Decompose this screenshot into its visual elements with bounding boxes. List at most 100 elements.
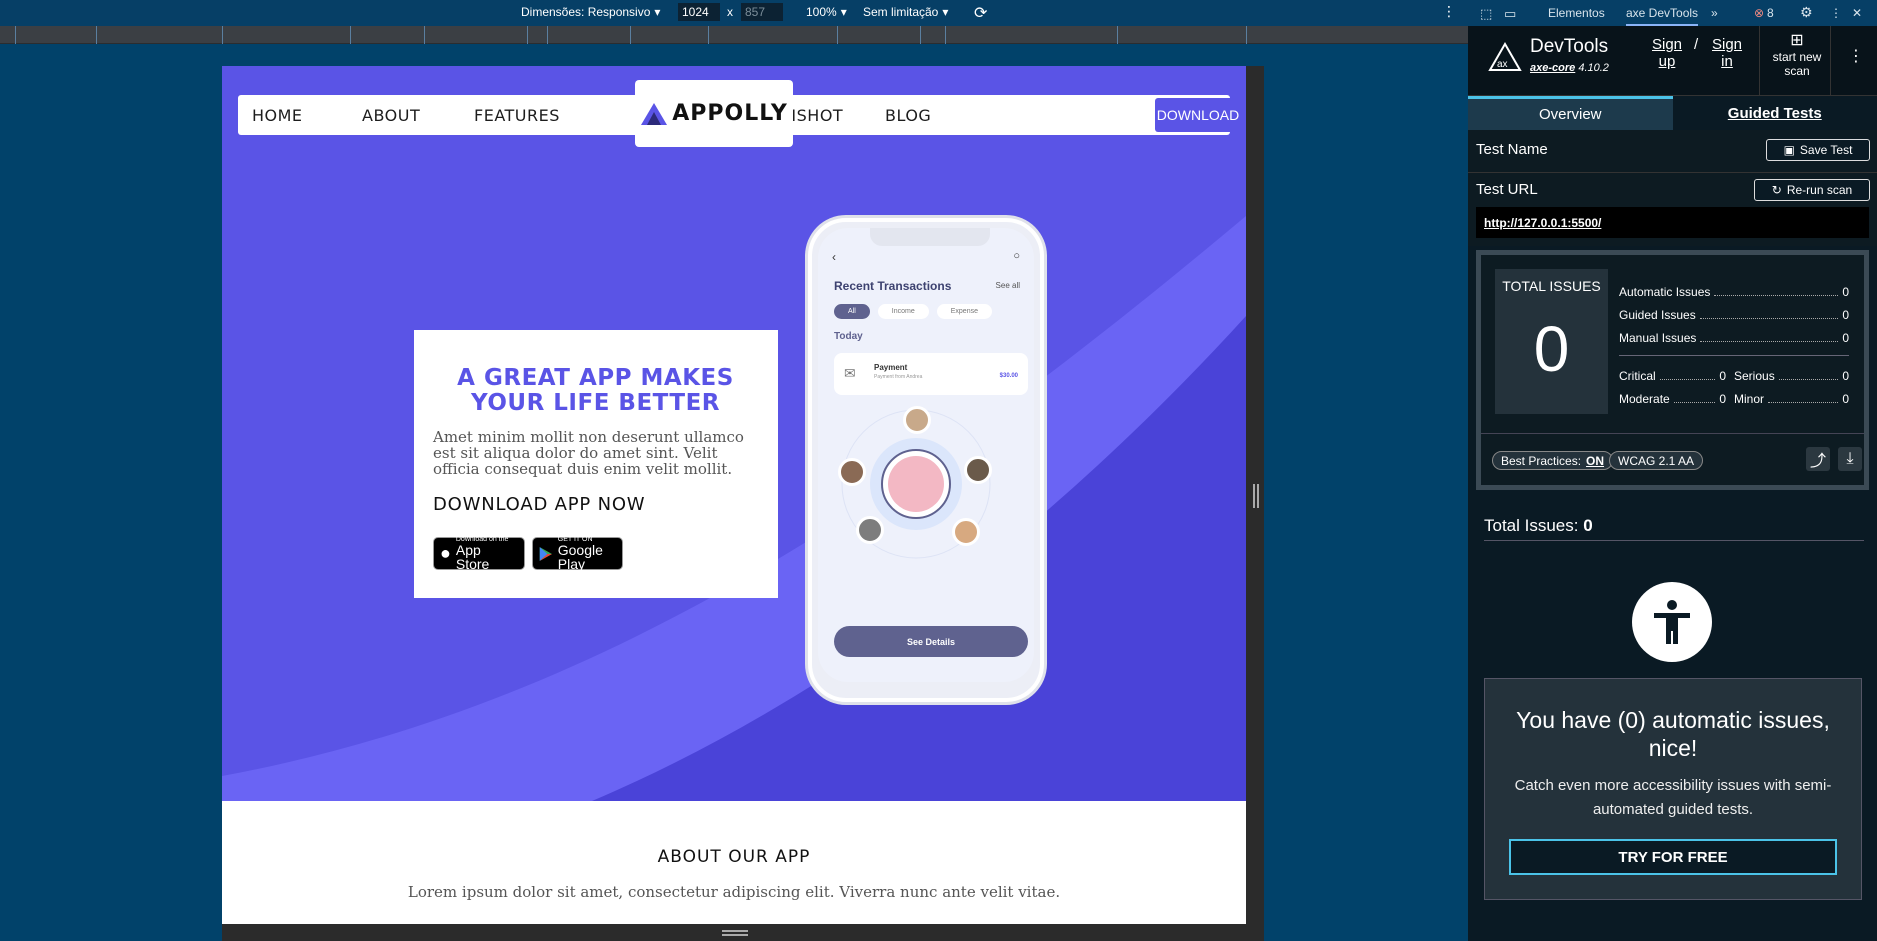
height-input[interactable]: 857 <box>741 3 783 21</box>
serious-row: Serious 0 <box>1734 369 1849 383</box>
tab-overview[interactable]: Overview <box>1468 96 1673 130</box>
about-section: ABOUT OUR APP Lorem ipsum dolor sit amet… <box>222 801 1246 924</box>
download-button[interactable]: DOWNLOAD <box>1155 98 1241 132</box>
avatar <box>964 456 992 484</box>
more-tabs-icon[interactable]: » <box>1711 6 1718 20</box>
total-issues-label: TOTAL ISSUES <box>1502 278 1601 294</box>
chip-expense: Expense <box>936 304 992 319</box>
manual-issues-count: 0 <box>1842 331 1849 345</box>
apple-icon: ● <box>440 543 451 563</box>
error-icon[interactable]: ⊗ <box>1754 6 1764 20</box>
zoom-dropdown[interactable]: 100% ▾ <box>806 5 847 19</box>
viewport-resize-side[interactable] <box>1246 66 1264 941</box>
sign-in-link[interactable]: Sign in <box>1712 36 1742 70</box>
throttle-dropdown[interactable]: Sem limitação ▾ <box>863 5 948 19</box>
test-name-label: Test Name <box>1476 141 1548 158</box>
save-test-label: Save Test <box>1799 143 1853 157</box>
test-url[interactable]: http://127.0.0.1:5500/ <box>1476 207 1869 238</box>
devtools-tabbar: ⬚ ▭ Elementos axe DevTools » ⊗ 8 ⚙ ⋮ ✕ <box>1468 0 1877 26</box>
payment-amount: $30.00 <box>999 373 1018 379</box>
back-icon: ‹ <box>832 250 836 264</box>
total-issues-heading-value: 0 <box>1583 516 1593 535</box>
avatar <box>838 458 866 486</box>
standard-selector[interactable]: WCAG 2.1 AA <box>1609 451 1704 470</box>
sign-up-link[interactable]: Sign up <box>1652 36 1682 70</box>
device-icon[interactable]: ▭ <box>1504 6 1516 22</box>
payment-sub: Payment from Andrea <box>874 374 923 380</box>
kebab-menu-icon[interactable]: ⋮ <box>1830 6 1842 20</box>
hero-card: A GREAT APP MAKES YOUR LIFE BETTER Amet … <box>414 330 778 598</box>
device-toolbar: Dimensões: Responsivo ▾ 1024 x 857 100% … <box>0 0 1468 26</box>
throttle-label: Sem limitação <box>863 5 939 19</box>
phone-see-all: See all <box>995 281 1020 290</box>
nav-blog[interactable]: BLOG <box>885 106 931 125</box>
issues-summary: TOTAL ISSUES 0 Automatic Issues 0 Guided… <box>1476 250 1869 490</box>
about-text: Lorem ipsum dolor sit amet, consectetur … <box>407 883 1061 901</box>
download-icon[interactable]: ⤓ <box>1838 447 1862 471</box>
rotate-icon[interactable]: ⟳ <box>974 3 987 23</box>
best-practices-label: Best Practices: <box>1501 453 1582 468</box>
total-issues-heading: Total Issues: 0 <box>1484 516 1593 536</box>
search-icon: ○ <box>1013 250 1020 262</box>
times-sign: x <box>727 5 733 19</box>
logo-text: APPOLLY <box>672 101 788 126</box>
see-details-button: See Details <box>834 626 1028 657</box>
moderate-row: Moderate 0 <box>1619 392 1726 406</box>
app-store-button[interactable]: ● Download on the App Store <box>433 536 525 572</box>
gear-icon[interactable]: ⚙ <box>1800 4 1813 21</box>
avatar <box>952 518 980 546</box>
logo[interactable]: APPOLLY <box>635 80 793 147</box>
guided-issues-row: Guided Issues 0 <box>1619 308 1849 322</box>
width-input[interactable]: 1024 <box>678 3 720 21</box>
automatic-issues-row: Automatic Issues 0 <box>1619 285 1849 299</box>
nav-home[interactable]: HOME <box>252 106 303 125</box>
serious-count: 0 <box>1842 369 1849 383</box>
kebab-menu-icon[interactable]: ⋮ <box>1848 46 1864 66</box>
google-play-button[interactable]: GET IT ON Google Play <box>532 536 623 571</box>
share-icon[interactable]: ⤴ <box>1806 447 1830 471</box>
minor-count: 0 <box>1842 392 1849 406</box>
close-icon[interactable]: ✕ <box>1852 6 1862 20</box>
test-url-label: Test URL <box>1476 181 1538 198</box>
phone-today: Today <box>834 331 863 342</box>
slash: / <box>1694 36 1699 53</box>
chevron-down-icon: ▾ <box>942 5 949 19</box>
hero-section: HOME ABOUT FEATURES SCREENSHOT BLOG DOWN… <box>222 66 1246 801</box>
viewport-resize-bottom[interactable] <box>222 924 1246 941</box>
media-query-ruler[interactable] <box>0 26 1468 44</box>
rerun-scan-button[interactable]: ↻ Re-run scan <box>1754 179 1870 201</box>
inspect-icon[interactable]: ⬚ <box>1480 6 1492 22</box>
save-test-button[interactable]: ▣ Save Test <box>1766 139 1870 161</box>
phone-screen: ‹ ○ Recent Transactions See all All Inco… <box>818 228 1034 682</box>
tab-axe[interactable]: axe DevTools <box>1626 6 1699 26</box>
axe-logo-icon: ax <box>1488 42 1522 71</box>
refresh-icon: ↻ <box>1771 183 1782 197</box>
hero-subtitle: DOWNLOAD APP NOW <box>433 494 646 515</box>
dimensions-dropdown[interactable]: Dimensões: Responsivo ▾ <box>521 5 660 19</box>
automatic-issues-label: Automatic Issues <box>1619 285 1711 299</box>
phone-chips: All Income Expense <box>834 304 992 319</box>
axe-core-link[interactable]: axe-core <box>1530 62 1575 74</box>
best-practices-state: ON <box>1586 453 1605 468</box>
phone-title: Recent Transactions <box>834 279 952 293</box>
critical-label: Critical <box>1619 369 1656 383</box>
tab-elements[interactable]: Elementos <box>1548 6 1605 20</box>
payment-card: ✉ Payment Payment from Andrea $30.00 <box>834 353 1028 395</box>
best-practices-toggle[interactable]: Best Practices: ON <box>1492 451 1614 470</box>
envelope-icon: ✉ <box>844 365 856 381</box>
phone-mockup: ‹ ○ Recent Transactions See all All Inco… <box>808 218 1044 702</box>
moderate-count: 0 <box>1719 392 1726 406</box>
critical-row: Critical 0 <box>1619 369 1726 383</box>
kebab-menu-icon[interactable]: ⋮ <box>1442 3 1456 20</box>
manual-issues-row: Manual Issues 0 <box>1619 331 1849 345</box>
start-new-scan-button[interactable]: ⊞ start new scan <box>1764 30 1830 78</box>
save-icon: ▣ <box>1783 143 1795 157</box>
try-for-free-button[interactable]: TRY FOR FREE <box>1509 839 1837 875</box>
appstore-big: App Store <box>455 542 490 572</box>
play-icon <box>539 546 552 561</box>
chip-income: Income <box>877 304 929 319</box>
nav-about[interactable]: ABOUT <box>362 106 420 125</box>
nav-features[interactable]: FEATURES <box>474 106 560 125</box>
payment-title: Payment <box>874 363 908 372</box>
tab-guided-tests[interactable]: Guided Tests <box>1672 96 1877 130</box>
